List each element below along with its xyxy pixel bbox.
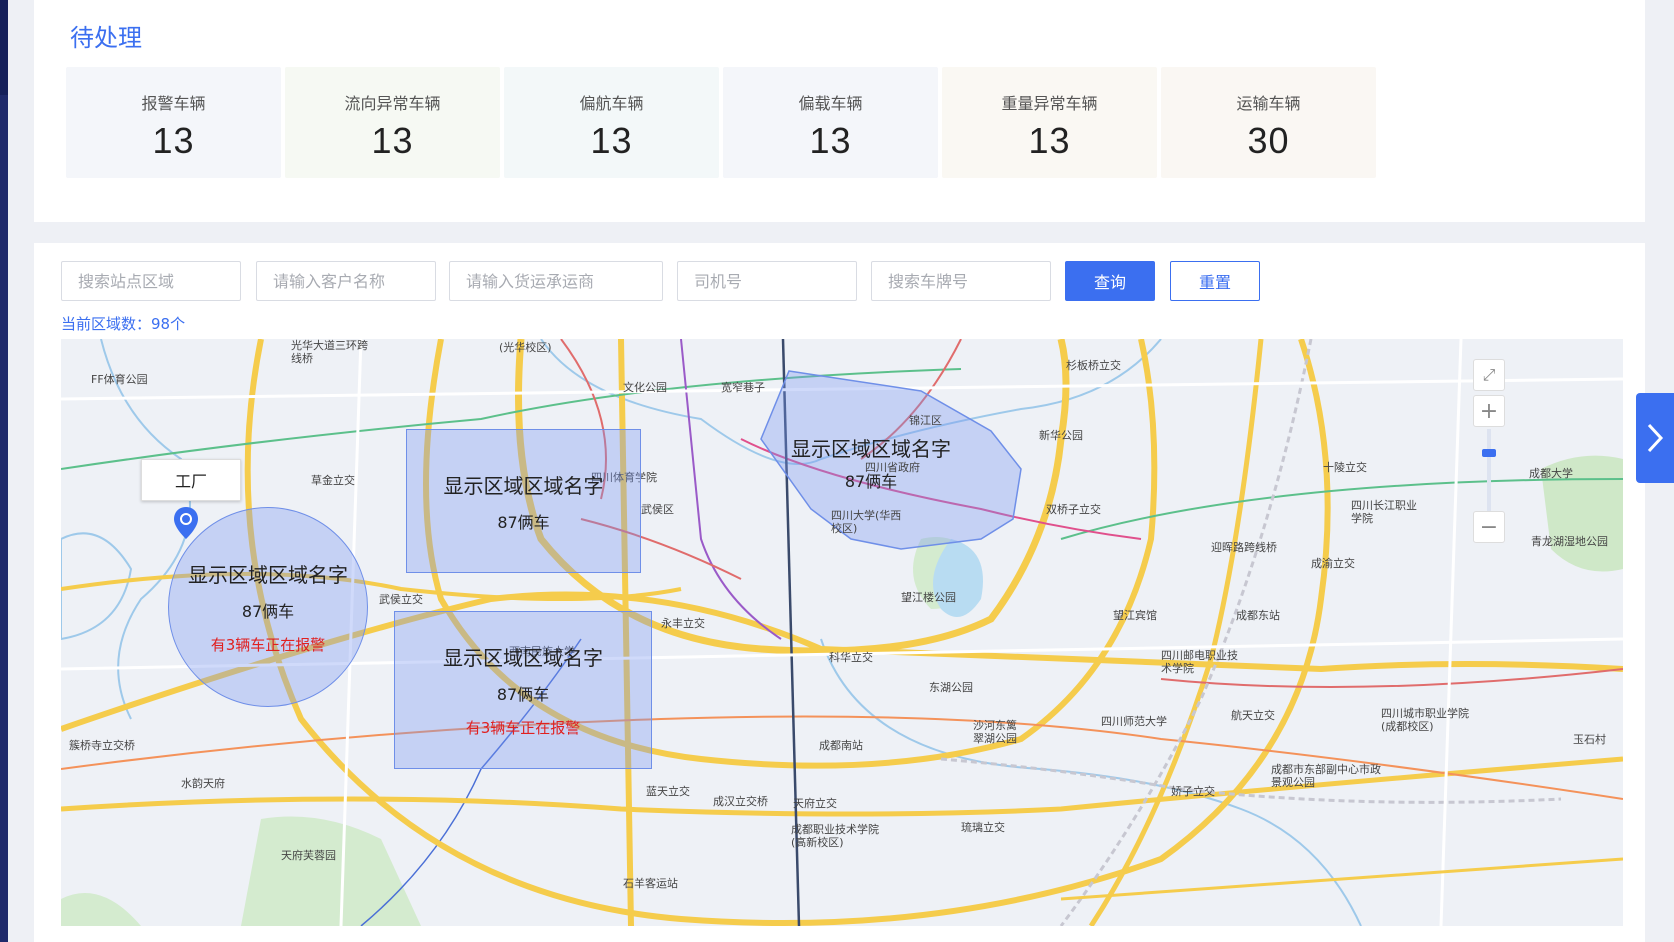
customer-input[interactable] bbox=[256, 261, 436, 301]
map-place-label: 东湖公园 bbox=[929, 681, 973, 694]
stat-value: 13 bbox=[809, 120, 852, 161]
region-vehicle-count: 87俩车 bbox=[844, 472, 898, 491]
map-place-label: 成都南站 bbox=[819, 739, 863, 752]
map-place-label: 四川邮电职业技术学院 bbox=[1161, 649, 1238, 675]
map-place-label: (光华校区) bbox=[499, 341, 552, 354]
region-alert: 有3辆车正在报警 bbox=[465, 719, 581, 737]
map-place-label: 宽窄巷子 bbox=[721, 381, 765, 394]
map-place-label: 四川师范大学 bbox=[1101, 715, 1167, 728]
region-vehicle-count: 87俩车 bbox=[241, 602, 295, 621]
region-name: 显示区域区域名字 bbox=[443, 473, 604, 498]
stat-card-offload[interactable]: 偏载车辆 13 bbox=[723, 67, 938, 178]
station-search-input[interactable] bbox=[61, 261, 241, 301]
map-place-label: 十陵立交 bbox=[1323, 461, 1367, 474]
stat-label: 报警车辆 bbox=[141, 94, 206, 113]
map-place-label: 成渝立交 bbox=[1311, 557, 1355, 570]
driver-input[interactable] bbox=[677, 261, 857, 301]
zoom-out-icon[interactable]: − bbox=[1473, 511, 1505, 543]
map-place-label: 武侯区 bbox=[641, 503, 674, 516]
factory-label[interactable]: 工厂 bbox=[141, 459, 241, 501]
region-alert: 有3辆车正在报警 bbox=[210, 636, 326, 654]
expand-panel-button[interactable] bbox=[1636, 393, 1674, 483]
map-place-label: 青龙湖湿地公园 bbox=[1531, 535, 1608, 548]
zoom-slider[interactable] bbox=[1482, 429, 1496, 519]
map-place-label: 航天立交 bbox=[1231, 709, 1275, 722]
map-place-label: 锦江区 bbox=[909, 414, 942, 427]
map-region-rect[interactable]: 显示区域区域名字 87俩车 bbox=[406, 429, 641, 573]
map-place-label: 草金立交 bbox=[311, 474, 355, 487]
stat-card-yaw[interactable]: 偏航车辆 13 bbox=[504, 67, 719, 178]
map-place-label: 天府立交 bbox=[793, 797, 837, 810]
map-place-label: 武侯立交 bbox=[379, 593, 423, 606]
map-place-label: 永丰立交 bbox=[661, 617, 705, 630]
stat-value: 13 bbox=[371, 120, 414, 161]
map-place-label: 簇桥寺立交桥 bbox=[69, 739, 135, 752]
map-place-label: 沙河东篱翠湖公园 bbox=[973, 719, 1017, 745]
plate-search-input[interactable] bbox=[871, 261, 1051, 301]
stat-card-alarm[interactable]: 报警车辆 13 bbox=[66, 67, 281, 178]
map-place-label: 成汉立交桥 bbox=[713, 795, 768, 808]
zoom-slider-handle[interactable] bbox=[1482, 449, 1496, 457]
carrier-input[interactable] bbox=[449, 261, 663, 301]
stat-label: 偏航车辆 bbox=[579, 94, 644, 113]
map-region-polygon[interactable]: 显示区域区域名字 87俩车 bbox=[771, 433, 971, 492]
region-name: 显示区域区域名字 bbox=[188, 563, 348, 587]
left-sidebar-strip bbox=[0, 0, 8, 942]
location-pin-icon[interactable] bbox=[173, 507, 199, 539]
map-place-label: 望江宾馆 bbox=[1113, 609, 1157, 622]
map-place-label: 成都市东部副中心市政景观公园 bbox=[1271, 763, 1381, 789]
map-place-label: 望江楼公园 bbox=[901, 591, 956, 604]
stat-card-transport[interactable]: 运输车辆 30 bbox=[1161, 67, 1376, 178]
map-place-label: FF体育公园 bbox=[91, 373, 148, 386]
map-place-label: 成都东站 bbox=[1236, 609, 1280, 622]
map-place-label: 天府芙蓉园 bbox=[281, 849, 336, 862]
map-place-label: 新华公园 bbox=[1039, 429, 1083, 442]
chevron-right-icon bbox=[1647, 423, 1664, 453]
stat-label: 流向异常车辆 bbox=[344, 94, 441, 113]
zoom-in-icon[interactable]: + bbox=[1473, 395, 1505, 427]
stat-value: 13 bbox=[1028, 120, 1071, 161]
map-place-label: 水韵天府 bbox=[181, 777, 225, 790]
map-place-label: 蓝天立交 bbox=[646, 785, 690, 798]
map-place-label: 成都大学 bbox=[1529, 467, 1573, 480]
map-canvas[interactable]: 光华大道三环跨线桥 (光华校区) FF体育公园 文化公园 宽窄巷子 杉板桥立交 … bbox=[61, 339, 1623, 926]
stat-value: 30 bbox=[1247, 120, 1290, 161]
map-place-label: 双桥子立交 bbox=[1046, 503, 1101, 516]
map-place-label: 四川城市职业学院(成都校区) bbox=[1381, 707, 1469, 733]
query-button[interactable]: 查询 bbox=[1065, 261, 1155, 301]
map-place-label: 四川长江职业学院 bbox=[1351, 499, 1417, 525]
stat-card-weight-abnormal[interactable]: 重量异常车辆 13 bbox=[942, 67, 1157, 178]
map-panel: 查询 重置 当前区域数：98个 bbox=[34, 243, 1645, 942]
region-count: 当前区域数：98个 bbox=[61, 315, 186, 333]
map-place-label: 杉板桥立交 bbox=[1066, 359, 1121, 372]
fullscreen-icon[interactable]: ⤢ bbox=[1473, 359, 1505, 391]
map-place-label: 四川大学(华西校区) bbox=[831, 509, 902, 535]
map-region-rect[interactable]: 显示区域区域名字 87俩车 有3辆车正在报警 bbox=[394, 611, 652, 769]
stat-label: 偏载车辆 bbox=[798, 94, 863, 113]
map-place-label: 文化公园 bbox=[623, 381, 667, 394]
region-name: 显示区域区域名字 bbox=[791, 437, 951, 461]
stat-label: 运输车辆 bbox=[1236, 94, 1301, 113]
stat-value: 13 bbox=[152, 120, 195, 161]
region-vehicle-count: 87俩车 bbox=[497, 512, 550, 532]
stat-card-flow-abnormal[interactable]: 流向异常车辆 13 bbox=[285, 67, 500, 178]
map-place-label: 迎晖路跨线桥 bbox=[1211, 541, 1277, 554]
stat-value: 13 bbox=[590, 120, 633, 161]
pending-panel: 待处理 报警车辆 13 流向异常车辆 13 偏航车辆 13 偏载车辆 13 重量… bbox=[34, 0, 1645, 222]
map-place-label: 琉璃立交 bbox=[961, 821, 1005, 834]
map-place-label: 光华大道三环跨线桥 bbox=[291, 339, 368, 365]
region-name: 显示区域区域名字 bbox=[443, 646, 603, 670]
section-title: 待处理 bbox=[70, 24, 142, 52]
map-place-label: 成都职业技术学院(高新校区) bbox=[791, 823, 879, 849]
reset-button[interactable]: 重置 bbox=[1170, 261, 1260, 301]
map-place-label: 玉石村 bbox=[1573, 733, 1606, 746]
map-place-label: 石羊客运站 bbox=[623, 877, 678, 890]
map-place-label: 娇子立交 bbox=[1171, 785, 1215, 798]
map-place-label: 科华立交 bbox=[829, 651, 873, 664]
region-vehicle-count: 87俩车 bbox=[496, 685, 550, 704]
stat-label: 重量异常车辆 bbox=[1001, 94, 1098, 113]
